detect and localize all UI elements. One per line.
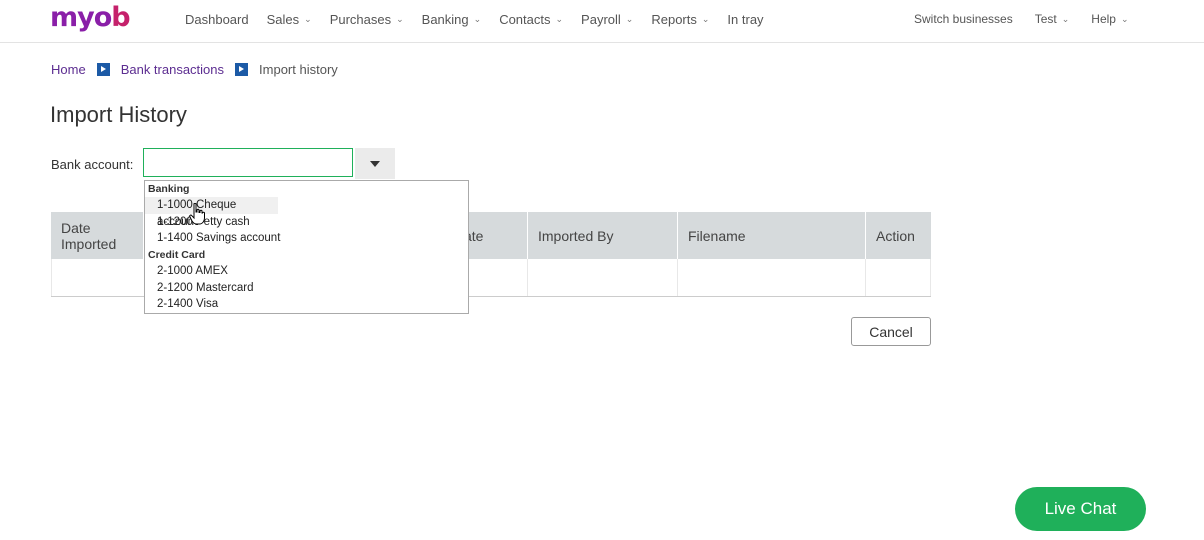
cancel-button[interactable]: Cancel (851, 317, 931, 346)
table-cell (678, 259, 866, 296)
chevron-down-icon: ⌄ (1120, 13, 1129, 24)
option-visa[interactable]: 2-1400 Visa (145, 296, 468, 313)
caret-down-icon (370, 160, 380, 167)
group-banking: Banking (148, 183, 190, 195)
hand-pointer-icon (189, 203, 205, 225)
nav-payroll[interactable]: Payroll ⌄ (581, 12, 633, 27)
nav-in-tray[interactable]: In tray (727, 12, 763, 27)
nav-purchases[interactable]: Purchases ⌄ (330, 12, 404, 27)
breadcrumb: Home Bank transactions Import history (51, 62, 338, 77)
chevron-down-icon: ⌄ (304, 13, 312, 24)
chevron-down-icon: ⌄ (473, 13, 482, 24)
option-mastercard[interactable]: 2-1200 Mastercard (145, 280, 468, 297)
option-savings-account[interactable]: 1-1400 Savings account (145, 230, 468, 247)
breadcrumb-home[interactable]: Home (51, 62, 86, 77)
nav-contacts[interactable]: Contacts ⌄ (499, 12, 563, 27)
option-cheque-account[interactable]: 1-1000 Cheque account (145, 197, 278, 228)
chevron-down-icon: ⌄ (625, 13, 634, 24)
breadcrumb-arrow-icon (96, 63, 110, 76)
bank-account-select[interactable] (143, 148, 395, 179)
column-filename[interactable]: Filename (678, 212, 866, 259)
myob-logo[interactable]: myob (50, 2, 131, 33)
chevron-down-icon: ⌄ (555, 13, 564, 24)
breadcrumb-arrow-icon (235, 63, 249, 76)
nav-banking[interactable]: Banking ⌄ (422, 12, 482, 27)
option-amex[interactable]: 2-1000 AMEX (145, 263, 468, 280)
breadcrumb-current: Import history (259, 62, 338, 77)
chevron-down-icon: ⌄ (1061, 13, 1070, 24)
group-credit-card: Credit Card (148, 249, 206, 262)
column-action[interactable]: Action (866, 212, 931, 259)
table-cell (866, 259, 931, 296)
secondary-nav: Switch businesses Test ⌄ Help ⌄ (914, 0, 1151, 38)
nav-help[interactable]: Help ⌄ (1091, 12, 1128, 26)
nav-reports[interactable]: Reports ⌄ (651, 12, 709, 27)
bank-account-dropdown-list: Banking 1-1000 Cheque account 1-1200 Pet… (144, 180, 469, 314)
nav-sales[interactable]: Sales ⌄ (267, 12, 312, 27)
chevron-down-icon: ⌄ (701, 13, 710, 24)
nav-dashboard[interactable]: Dashboard (185, 12, 249, 27)
bank-account-label: Bank account: (51, 157, 134, 172)
chevron-down-icon: ⌄ (396, 13, 404, 24)
table-cell (528, 259, 678, 296)
column-date-imported[interactable]: Date Imported (51, 212, 144, 259)
nav-switch-businesses[interactable]: Switch businesses (914, 12, 1013, 26)
nav-user-test[interactable]: Test ⌄ (1035, 12, 1070, 26)
live-chat-button[interactable]: Live Chat (1015, 487, 1146, 531)
main-nav: Dashboard Sales ⌄ Purchases ⌄ Banking ⌄ Con… (185, 0, 782, 38)
column-imported-by[interactable]: Imported By (528, 212, 678, 259)
dropdown-toggle-button[interactable] (355, 148, 395, 179)
page-title: Import History (50, 102, 187, 127)
top-navigation-bar: myob Dashboard Sales ⌄ Purchases ⌄ Banking… (0, 0, 1204, 43)
bank-account-input[interactable] (143, 148, 353, 177)
breadcrumb-bank-transactions[interactable]: Bank transactions (121, 62, 224, 77)
